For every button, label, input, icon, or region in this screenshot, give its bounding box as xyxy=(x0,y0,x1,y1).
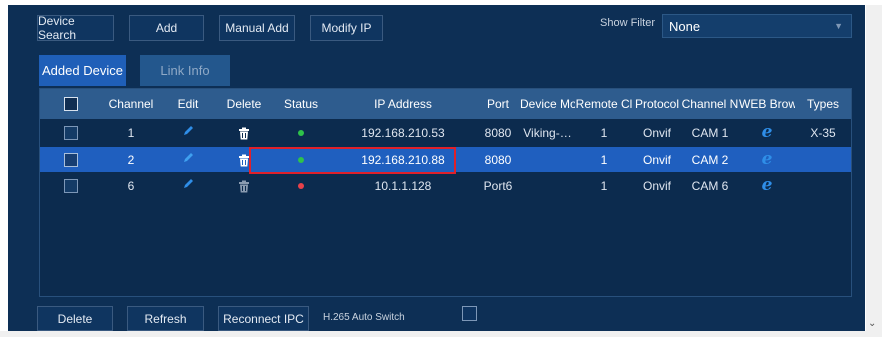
column-header-types[interactable]: Types xyxy=(795,97,851,111)
protocol-cell: Onvif xyxy=(642,152,671,167)
refresh-button[interactable]: Refresh xyxy=(127,306,204,331)
vertical-scrollbar[interactable] xyxy=(866,5,882,337)
column-header-protocol[interactable]: Protocol xyxy=(633,97,681,111)
chevron-down-icon: ▼ xyxy=(834,21,843,31)
column-header-channel-name[interactable]: Channel N xyxy=(681,97,739,111)
pencil-icon[interactable] xyxy=(181,177,195,191)
column-header-remote-channel[interactable]: Remote Cl xyxy=(575,97,633,111)
pencil-icon[interactable] xyxy=(181,151,195,165)
column-header-device-model[interactable]: Device Mo xyxy=(520,97,575,111)
column-header-ip-address[interactable]: IP Address xyxy=(330,97,476,111)
row-checkbox[interactable] xyxy=(64,152,78,167)
h265-auto-switch-checkbox[interactable] xyxy=(462,306,477,321)
channel-name-cell: CAM 1 xyxy=(691,125,729,140)
table-header: Channel Edit Delete Status IP Address Po… xyxy=(40,89,851,119)
column-header-port[interactable]: Port xyxy=(476,97,520,111)
table-row[interactable]: 1 192.168.210.53 8080 Viking-… 1 Onvif C… xyxy=(40,120,851,145)
type-cell: X-35 xyxy=(810,125,836,140)
internet-explorer-icon[interactable]: e xyxy=(762,151,773,168)
status-dot-icon xyxy=(298,130,304,137)
highlight-box xyxy=(249,147,456,174)
channel-cell: 2 xyxy=(127,152,135,167)
channel-name-cell: CAM 2 xyxy=(691,152,729,167)
manual-add-button[interactable]: Manual Add xyxy=(219,15,295,41)
pencil-icon[interactable] xyxy=(181,124,195,138)
device-table: Channel Edit Delete Status IP Address Po… xyxy=(39,88,852,297)
modify-ip-button[interactable]: Modify IP xyxy=(310,15,383,41)
show-filter-select[interactable]: None ▼ xyxy=(662,14,852,38)
column-header-channel[interactable]: Channel xyxy=(102,97,160,111)
add-button[interactable]: Add xyxy=(129,15,204,41)
trash-icon[interactable] xyxy=(238,127,250,140)
remote-channel-cell: 1 xyxy=(600,125,608,140)
protocol-cell: Onvif xyxy=(642,178,671,193)
channel-name-cell: CAM 6 xyxy=(691,178,729,193)
port-cell: 8080 xyxy=(484,125,512,140)
device-search-button[interactable]: Device Search xyxy=(37,14,114,42)
port-cell: 8080 xyxy=(484,152,512,167)
show-filter-label: Show Filter xyxy=(600,17,656,29)
port-cell: Port6 xyxy=(483,178,513,193)
delete-button[interactable]: Delete xyxy=(37,306,113,331)
reconnect-ipc-button[interactable]: Reconnect IPC xyxy=(218,306,309,331)
row-checkbox[interactable] xyxy=(64,178,78,193)
column-header-delete[interactable]: Delete xyxy=(216,97,272,111)
channel-cell: 6 xyxy=(127,178,135,193)
remote-channel-cell: 1 xyxy=(600,152,608,167)
column-header-web-browser[interactable]: WEB Brow xyxy=(739,97,795,111)
ip-address-cell: 192.168.210.53 xyxy=(361,125,445,140)
scroll-down-icon[interactable]: ⌄ xyxy=(868,318,876,329)
column-header-status[interactable]: Status xyxy=(272,97,330,111)
horizontal-scrollbar[interactable] xyxy=(0,331,866,337)
protocol-cell: Onvif xyxy=(642,125,671,140)
select-all-checkbox[interactable] xyxy=(64,97,78,112)
column-header-edit[interactable]: Edit xyxy=(160,97,216,111)
h265-auto-switch-label: H.265 Auto Switch xyxy=(323,312,405,323)
tab-added-device[interactable]: Added Device xyxy=(39,55,126,86)
status-dot-icon xyxy=(298,183,304,190)
device-model-cell: Viking-… xyxy=(523,125,572,140)
internet-explorer-icon[interactable]: e xyxy=(762,177,773,194)
table-row[interactable]: 6 10.1.1.128 Port6 1 Onvif CAM 6 e xyxy=(40,173,851,198)
internet-explorer-icon[interactable]: e xyxy=(762,124,773,141)
trash-icon[interactable] xyxy=(238,180,250,193)
row-checkbox[interactable] xyxy=(64,125,78,140)
channel-cell: 1 xyxy=(127,125,135,140)
tab-link-info[interactable]: Link Info xyxy=(140,55,230,86)
remote-channel-cell: 1 xyxy=(600,178,608,193)
ip-address-cell: 10.1.1.128 xyxy=(374,178,432,193)
show-filter-value: None xyxy=(669,18,701,34)
